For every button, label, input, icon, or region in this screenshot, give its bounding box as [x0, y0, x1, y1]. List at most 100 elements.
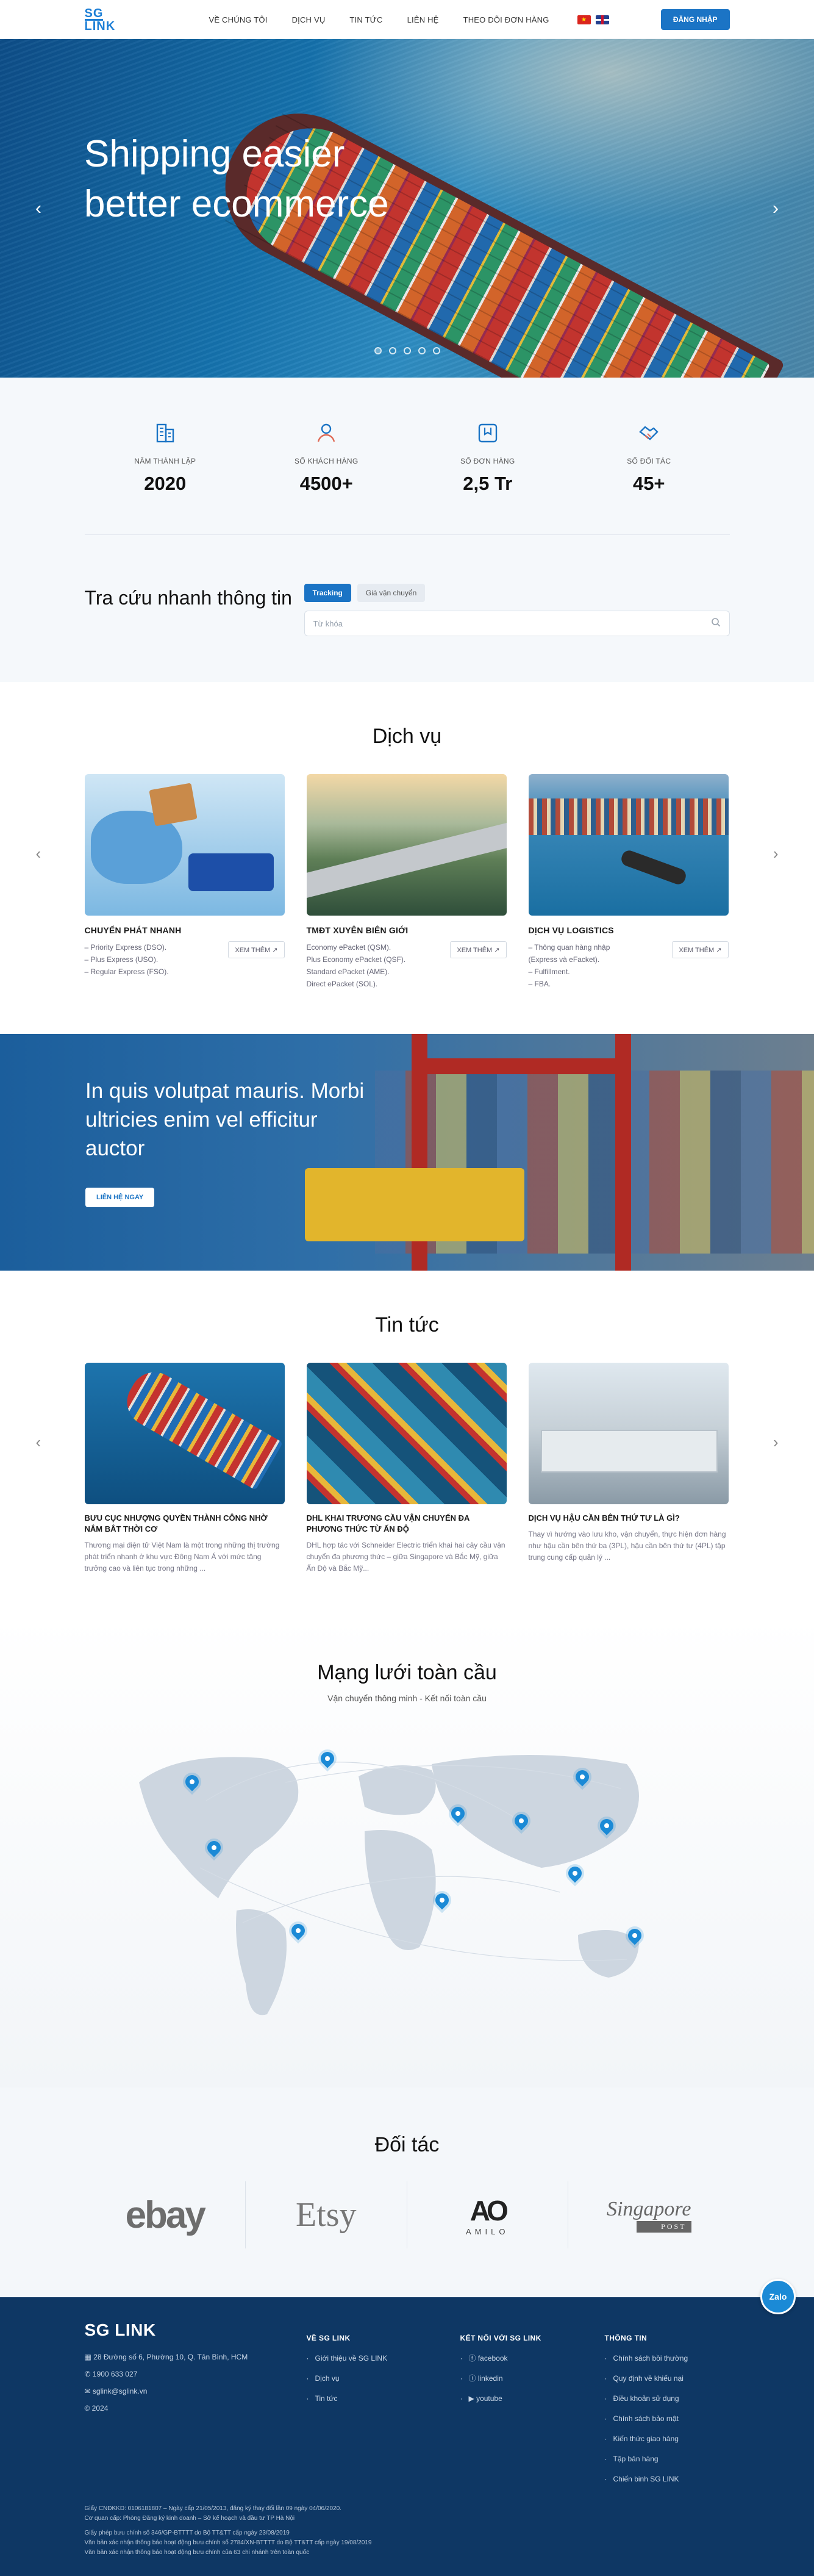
news-title-text[interactable]: BƯU CỤC NHƯỢNG QUYỀN THÀNH CÔNG NHỜ NẮM … [85, 1513, 285, 1535]
search-input[interactable] [313, 619, 711, 628]
news-title: Tin tức [375, 1313, 439, 1336]
hero-dot[interactable] [403, 347, 411, 354]
hero-dot[interactable] [418, 347, 426, 354]
facebook-link[interactable]: ⓕ facebook [460, 2348, 605, 2369]
cross-border-image [306, 774, 507, 916]
news-card[interactable]: DỊCH VỤ HẬU CẦN BÊN THỨ TƯ LÀ GÌ? Thay v… [528, 1363, 729, 1574]
stat-label: NĂM THÀNH LẬP [134, 457, 196, 465]
news-prev-icon[interactable]: ‹ [36, 1433, 41, 1452]
zalo-chat-button[interactable]: Zalo [760, 2279, 796, 2314]
see-more-button[interactable]: XEM THÊM ↗ [672, 941, 729, 958]
services-title: Dịch vụ [372, 725, 442, 748]
news-card[interactable]: DHL KHAI TRƯƠNG CẦU VẬN CHUYỂN ĐA PHƯƠNG… [306, 1363, 507, 1574]
network-subtitle: Vận chuyển thông minh - Kết nối toàn cầu [327, 1693, 487, 1703]
footer-link[interactable]: Giới thiệu về SG LINK [307, 2348, 460, 2369]
linkedin-icon: ⓘ [468, 2374, 478, 2383]
facebook-icon: ⓕ [468, 2354, 478, 2363]
news-title-text[interactable]: DHL KHAI TRƯƠNG CẦU VẬN CHUYỂN ĐA PHƯƠNG… [307, 1513, 507, 1535]
nav-about[interactable]: VỀ CHÚNG TÔI [197, 15, 280, 24]
footer-link[interactable]: Kiến thức giao hàng [605, 2429, 730, 2449]
tab-shipping-price[interactable]: Giá vận chuyển [357, 584, 426, 602]
stat-partners: SỐ ĐỐI TÁC 45+ [588, 420, 710, 495]
news-next-icon[interactable]: › [773, 1433, 779, 1452]
hero-dot[interactable] [432, 347, 440, 354]
amilo-mark: AO [469, 2194, 509, 2226]
legal-line: Giấy phép bưu chính số 346/GP-BTTTT do B… [84, 2530, 290, 2536]
post-text: POST [636, 2220, 691, 2233]
amilo-logo[interactable]: AO AMILO [407, 2181, 568, 2248]
service-card: DỊCH VỤ LOGISTICS – Thông quan hàng nhập… [528, 774, 729, 990]
services-next-icon[interactable]: › [773, 844, 779, 863]
see-more-button[interactable]: XEM THÊM ↗ [450, 941, 507, 958]
footer-heading: KẾT NỐI VỚI SG LINK [460, 2334, 541, 2342]
hero-dot[interactable] [388, 347, 396, 354]
stat-label: SỐ KHÁCH HÀNG [294, 457, 359, 465]
footer-link[interactable]: Tin tức [307, 2389, 460, 2409]
footer-link[interactable]: Quy định về khiếu nại [605, 2369, 730, 2389]
footer-link[interactable]: Điều khoản sử dụng [605, 2389, 730, 2409]
footer-link[interactable]: Dịch vụ [307, 2369, 460, 2389]
news-image [84, 1363, 285, 1504]
social-label: youtube [476, 2394, 502, 2403]
stat-value: 45+ [632, 473, 665, 494]
main-nav: VỀ CHÚNG TÔI DỊCH VỤ TIN TỨC LIÊN HỆ THE… [197, 15, 562, 24]
hero-title: Shipping easier better ecommerce [84, 133, 389, 225]
footer-email[interactable]: sglink@sglink.vn [93, 2387, 148, 2395]
etsy-logo-text: Etsy [295, 2196, 357, 2234]
etsy-logo[interactable]: Etsy [246, 2181, 407, 2248]
logo-line2: LINK [84, 19, 116, 33]
news-desc: Thay vì hướng vào lưu kho, vận chuyển, t… [528, 1530, 726, 1562]
bookmark-icon [475, 420, 501, 446]
news-desc: Thương mại điện tử Việt Nam là một trong… [84, 1541, 280, 1573]
lookup-tabs: Tracking Giá vận chuyển [304, 584, 730, 602]
hero-slider: Shipping easier better ecommerce ‹ › [0, 39, 814, 378]
service-card: TMĐT XUYÊN BIÊN GIỚI Economy ePacket (QS… [306, 774, 507, 990]
footer-link[interactable]: Chính sách bảo mật [605, 2409, 730, 2429]
vietnam-flag-icon[interactable]: ★ [577, 15, 591, 24]
see-more-label: XEM THÊM [457, 946, 493, 954]
footer-link[interactable]: Tập bản hàng [605, 2449, 730, 2469]
stat-value: 2,5 Tr [463, 473, 513, 494]
stat-customers: SỐ KHÁCH HÀNG 4500+ [265, 420, 387, 495]
contact-now-button[interactable]: LIÊN HỆ NGAY [85, 1188, 155, 1207]
nav-services[interactable]: DỊCH VỤ [280, 15, 338, 24]
singapore-text: Singapore [606, 2197, 691, 2220]
footer-phone[interactable]: 1900 633 027 [93, 2370, 137, 2378]
service-line: Plus Economy ePacket (QSF). [306, 955, 406, 964]
hero-next-arrow-icon[interactable]: › [773, 198, 779, 219]
linkedin-link[interactable]: ⓘ linkedin [460, 2369, 605, 2389]
news-section: Tin tức ‹ › BƯU CỤC NHƯỢNG QUYỀN THÀNH C… [0, 1271, 814, 1617]
see-more-button[interactable]: XEM THÊM ↗ [228, 941, 285, 958]
legal-line: Giấy CNĐKKD: 0106181807 – Ngày cấp 21/05… [84, 2505, 341, 2512]
nav-news[interactable]: TIN TỨC [337, 15, 395, 24]
site-footer: Zalo SG LINK ▦ 28 Đường số 6, Phường 10,… [0, 2279, 814, 2576]
footer-link[interactable]: Chính sách bồi thường [605, 2348, 730, 2369]
footer-link[interactable]: Chiến binh SG LINK [605, 2469, 730, 2489]
hero-dot[interactable] [374, 347, 382, 354]
services-prev-icon[interactable]: ‹ [36, 844, 41, 863]
logo[interactable]: SG LINK [84, 6, 129, 33]
truck-image [305, 1168, 524, 1241]
news-card[interactable]: BƯU CỤC NHƯỢNG QUYỀN THÀNH CÔNG NHỜ NẮM … [84, 1363, 285, 1574]
partners-section: Đối tác ebay Etsy AO AMILO Singapore POST [0, 2087, 814, 2297]
search-icon[interactable] [711, 617, 721, 630]
service-line: – Priority Express (DSO). [84, 943, 167, 952]
hero-prev-arrow-icon[interactable]: ‹ [35, 198, 41, 219]
nav-tracking[interactable]: THEO DÕI ĐƠN HÀNG [451, 15, 562, 24]
ebay-logo[interactable]: ebay [85, 2181, 246, 2248]
service-line: (Express và eFacket). [528, 955, 600, 964]
nav-contact[interactable]: LIÊN HỆ [395, 15, 451, 24]
news-title-text[interactable]: DỊCH VỤ HẬU CẦN BÊN THỨ TƯ LÀ GÌ? [529, 1513, 729, 1524]
handshake-icon [636, 420, 662, 446]
see-more-label: XEM THÊM [679, 946, 715, 954]
login-button[interactable]: ĐĂNG NHẬP [660, 9, 730, 30]
legal-line: Văn bản xác nhận thông báo hoạt động bưu… [84, 2539, 372, 2546]
singapore-post-logo[interactable]: Singapore POST [568, 2181, 730, 2248]
service-title: TMĐT XUYÊN BIÊN GIỚI [306, 925, 409, 935]
youtube-link[interactable]: ▶ youtube [460, 2389, 605, 2409]
site-header: SG LINK VỀ CHÚNG TÔI DỊCH VỤ TIN TỨC LIÊ… [0, 0, 814, 39]
footer-brand: SG LINK [84, 2320, 156, 2339]
tab-tracking[interactable]: Tracking [304, 584, 351, 602]
uk-flag-icon[interactable] [595, 15, 609, 24]
footer-copyright: © 2024 [84, 2404, 109, 2413]
